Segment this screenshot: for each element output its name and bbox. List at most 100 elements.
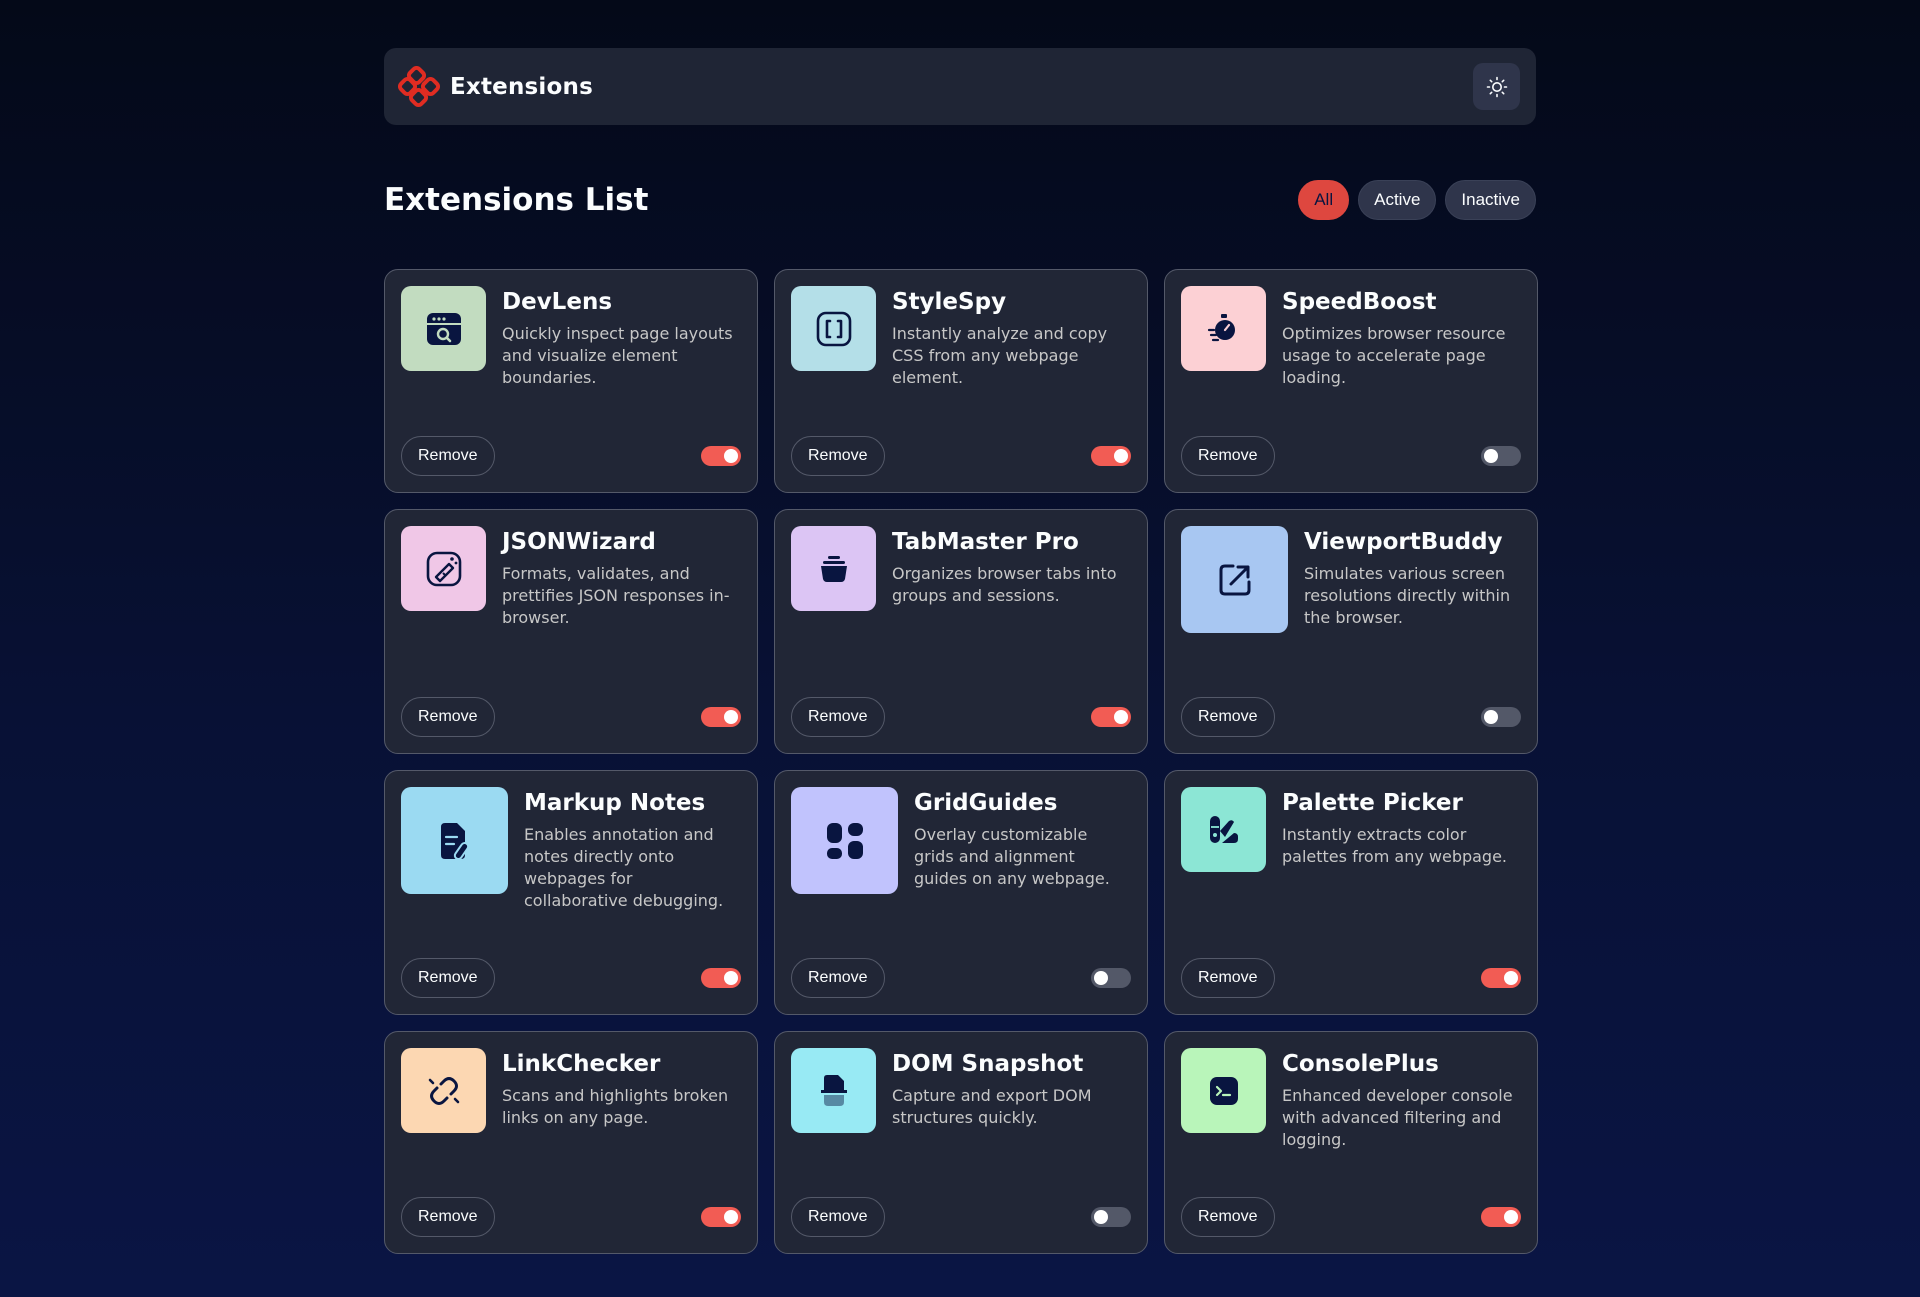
- toggle-knob: [1504, 1210, 1518, 1224]
- remove-button[interactable]: Remove: [791, 697, 885, 737]
- extension-icon-tile: [1181, 286, 1266, 371]
- extension-name: Markup Notes: [524, 790, 706, 816]
- stopwatch-icon: [1207, 313, 1235, 341]
- extension-description: Instantly extracts color palettes from a…: [1282, 824, 1508, 866]
- extension-toggle[interactable]: [1481, 446, 1521, 466]
- extension-card-markup-notes: Markup Notes Enables annotation and note…: [384, 770, 758, 1015]
- toggle-knob: [1094, 1210, 1108, 1224]
- remove-button[interactable]: Remove: [401, 436, 495, 476]
- note-pen-icon: [440, 822, 469, 860]
- extension-name: ViewportBuddy: [1304, 529, 1503, 555]
- remove-button[interactable]: Remove: [401, 1197, 495, 1237]
- palette-icon: [1209, 815, 1238, 843]
- extension-icon-tile: [791, 526, 876, 611]
- extension-toggle[interactable]: [1481, 968, 1521, 988]
- extension-card-linkchecker: LinkChecker Scans and highlights broken …: [384, 1031, 758, 1254]
- grid-layout-icon: [826, 822, 863, 859]
- extension-name: LinkChecker: [502, 1051, 661, 1077]
- remove-button[interactable]: Remove: [401, 697, 495, 737]
- extension-description: Instantly analyze and copy CSS from any …: [892, 323, 1108, 387]
- extension-description: Optimizes browser resource usage to acce…: [1282, 323, 1506, 387]
- extension-toggle[interactable]: [1091, 446, 1131, 466]
- filter-all-button[interactable]: All: [1298, 180, 1350, 220]
- extension-description: Enhanced developer console with advanced…: [1282, 1085, 1513, 1149]
- extension-description: Capture and export DOM structures quickl…: [892, 1085, 1092, 1127]
- extension-toggle[interactable]: [701, 968, 741, 988]
- extension-description: Enables annotation and notes directly on…: [524, 824, 724, 910]
- app-container: Extensions Extensions List All Active In…: [384, 48, 1538, 1254]
- extension-toggle[interactable]: [1481, 707, 1521, 727]
- extension-toggle[interactable]: [701, 707, 741, 727]
- extension-card-devlens: DevLens Quickly inspect page layouts and…: [384, 269, 758, 493]
- extension-card-palette-picker: Palette Picker Instantly extracts color …: [1164, 770, 1538, 1015]
- extension-icon-tile: [401, 787, 508, 894]
- filter-inactive-button[interactable]: Inactive: [1445, 180, 1536, 220]
- extension-name: TabMaster Pro: [892, 529, 1079, 555]
- extension-toggle[interactable]: [1091, 707, 1131, 727]
- extension-description: Formats, validates, and prettifies JSON …: [502, 563, 730, 627]
- extension-toggle[interactable]: [701, 1207, 741, 1227]
- extension-icon-tile: [1181, 526, 1288, 633]
- extension-name: GridGuides: [914, 790, 1058, 816]
- extension-toggle[interactable]: [701, 446, 741, 466]
- title-row: Extensions List All Active Inactive: [384, 179, 1536, 221]
- extension-card-tabmaster-pro: TabMaster Pro Organizes browser tabs int…: [774, 509, 1148, 754]
- extension-icon-tile: [791, 286, 876, 371]
- extension-icon-tile: [1181, 787, 1266, 872]
- remove-button[interactable]: Remove: [791, 958, 885, 998]
- extension-toggle[interactable]: [1091, 968, 1131, 988]
- extension-description: Organizes browser tabs into groups and s…: [892, 563, 1117, 605]
- extension-card-stylespy: StyleSpy Instantly analyze and copy CSS …: [774, 269, 1148, 493]
- expand-arrow-icon: [1219, 564, 1250, 595]
- extensions-logo-icon: [398, 65, 440, 107]
- stack-icon: [820, 555, 847, 582]
- extension-name: DOM Snapshot: [892, 1051, 1084, 1077]
- terminal-icon: [1209, 1076, 1238, 1105]
- filter-active-button[interactable]: Active: [1358, 180, 1437, 220]
- toggle-knob: [1114, 710, 1128, 724]
- extension-name: Palette Picker: [1282, 790, 1463, 816]
- browser-search-icon: [426, 312, 461, 345]
- brand: Extensions: [398, 65, 593, 108]
- extension-card-dom-snapshot: DOM Snapshot Capture and export DOM stru…: [774, 1031, 1148, 1254]
- extension-icon-tile: [1181, 1048, 1266, 1133]
- remove-button[interactable]: Remove: [401, 958, 495, 998]
- extension-icon-tile: [401, 526, 486, 611]
- broken-link-icon: [428, 1076, 459, 1105]
- theme-toggle-button[interactable]: [1473, 63, 1520, 110]
- page-title: Extensions List: [384, 182, 649, 218]
- extension-name: SpeedBoost: [1282, 289, 1437, 315]
- toggle-knob: [1484, 449, 1498, 463]
- magic-wand-icon: [426, 551, 461, 586]
- extensions-grid: DevLens Quickly inspect page layouts and…: [384, 269, 1538, 1254]
- extension-toggle[interactable]: [1481, 1207, 1521, 1227]
- extension-icon-tile: [401, 1048, 486, 1133]
- toggle-knob: [724, 710, 738, 724]
- extension-toggle[interactable]: [1091, 1207, 1131, 1227]
- toggle-knob: [1504, 971, 1518, 985]
- remove-button[interactable]: Remove: [1181, 697, 1275, 737]
- brackets-icon: [816, 311, 851, 346]
- remove-button[interactable]: Remove: [791, 436, 885, 476]
- extension-description: Scans and highlights broken links on any…: [502, 1085, 729, 1127]
- remove-button[interactable]: Remove: [791, 1197, 885, 1237]
- extension-icon-tile: [791, 787, 898, 894]
- extension-name: JSONWizard: [502, 529, 656, 555]
- extension-card-speedboost: SpeedBoost Optimizes browser resource us…: [1164, 269, 1538, 493]
- toggle-knob: [1484, 710, 1498, 724]
- extension-description: Simulates various screen resolutions dir…: [1304, 563, 1511, 627]
- toggle-knob: [724, 1210, 738, 1224]
- remove-button[interactable]: Remove: [1181, 1197, 1275, 1237]
- toggle-knob: [724, 449, 738, 463]
- extension-name: ConsolePlus: [1282, 1051, 1439, 1077]
- sun-icon: [1486, 76, 1507, 97]
- extension-card-gridguides: GridGuides Overlay customizable grids an…: [774, 770, 1148, 1015]
- remove-button[interactable]: Remove: [1181, 436, 1275, 476]
- extension-description: Overlay customizable grids and alignment…: [914, 824, 1110, 888]
- toggle-knob: [1094, 971, 1108, 985]
- extension-card-jsonwizard: JSONWizard Formats, validates, and prett…: [384, 509, 758, 754]
- snapshot-icon: [820, 1074, 847, 1106]
- brand-name: Extensions: [450, 73, 593, 100]
- remove-button[interactable]: Remove: [1181, 958, 1275, 998]
- extension-name: StyleSpy: [892, 289, 1007, 315]
